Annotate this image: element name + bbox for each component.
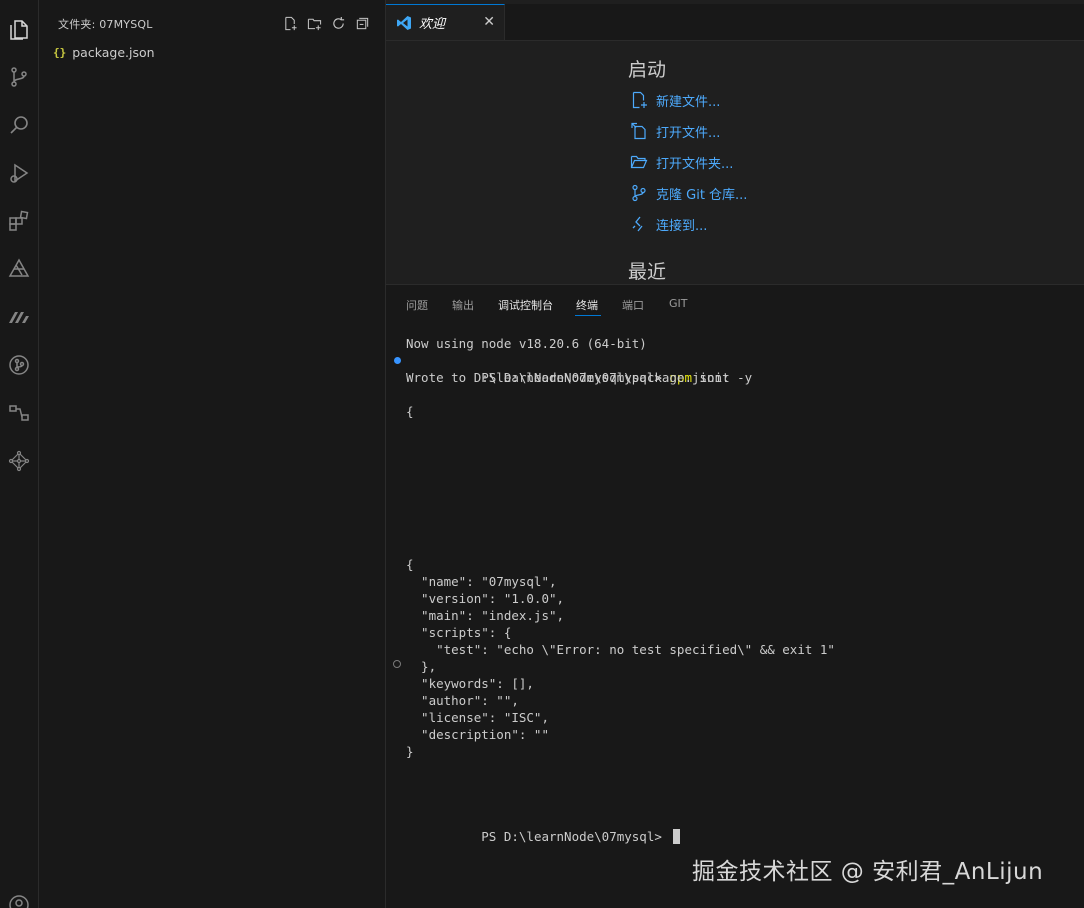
start-heading: 启动	[628, 59, 667, 81]
new-folder-icon[interactable]	[305, 14, 323, 32]
extension-a-icon[interactable]	[2, 252, 36, 286]
terminal-prompt-line: PS D:\learnNode\07mysql>	[406, 811, 681, 844]
open-folder-icon	[630, 155, 648, 169]
explorer-actions	[281, 14, 371, 32]
tab-ports[interactable]: 端口	[622, 297, 644, 313]
tab-git[interactable]: GIT	[669, 297, 688, 310]
json-line: "test": "echo \"Error: no test specified…	[406, 642, 835, 657]
panel-tabs: 问题 输出 调试控制台 终端 端口 GIT	[386, 285, 1084, 321]
editor-tabbar: 欢迎 ✕	[386, 4, 1084, 41]
clone-git-label: 克隆 Git 仓库...	[656, 187, 748, 203]
open-file-label: 打开文件...	[656, 125, 721, 141]
json-line: "license": "ISC",	[406, 710, 549, 725]
tab-output[interactable]: 输出	[452, 297, 474, 313]
new-file-icon	[632, 91, 647, 109]
extensions-icon[interactable]	[2, 204, 36, 238]
network-icon[interactable]	[2, 444, 36, 478]
new-file-link[interactable]: 新建文件...	[630, 90, 720, 110]
welcome-page: 启动 新建文件... 打开文件... 打开文件夹... 克隆 Git 仓库...…	[386, 41, 1084, 284]
watermark: 掘金技术社区 @ 安利君_AnLijun	[692, 859, 1044, 885]
tab-welcome[interactable]: 欢迎 ✕	[386, 4, 505, 40]
connect-label: 连接到...	[656, 218, 708, 234]
clone-git-link[interactable]: 克隆 Git 仓库...	[630, 183, 747, 203]
git-graph-icon[interactable]	[2, 348, 36, 382]
json-line: },	[406, 659, 437, 674]
file-name: package.json	[72, 44, 155, 60]
json-line: "version": "1.0.0",	[406, 591, 565, 606]
file-package-json[interactable]: {} package.json	[53, 42, 155, 62]
json-line: "main": "index.js",	[406, 608, 565, 623]
explorer-icon[interactable]	[2, 13, 36, 47]
json-line: "name": "07mysql",	[406, 574, 557, 589]
open-folder-label: 打开文件夹...	[656, 156, 734, 172]
command-marker-icon[interactable]	[393, 660, 401, 668]
tab-problems[interactable]: 问题	[406, 297, 428, 313]
terminal-line: Wrote to D:\learnNode\07mysql\package.js…	[406, 370, 730, 385]
accounts-icon[interactable]	[2, 888, 36, 908]
editor-area: 欢迎 ✕ 启动 新建文件... 打开文件... 打开文件夹... 克隆 Git …	[386, 0, 1084, 908]
command-success-icon[interactable]	[394, 357, 401, 364]
collapse-all-icon[interactable]	[353, 14, 371, 32]
tab-terminal[interactable]: 终端	[576, 297, 598, 313]
remote-explorer-icon[interactable]	[2, 396, 36, 430]
json-line: "scripts": {	[406, 625, 512, 640]
close-icon[interactable]: ✕	[483, 14, 495, 30]
vscode-logo-icon	[397, 15, 411, 30]
tab-label: 欢迎	[419, 17, 446, 32]
json-line: {	[406, 557, 414, 572]
explorer-header: 文件夹: 07MYSQL	[39, 0, 385, 44]
new-file-icon[interactable]	[281, 14, 299, 32]
new-file-label: 新建文件...	[656, 94, 721, 110]
run-debug-icon[interactable]	[2, 156, 36, 190]
git-clone-icon	[632, 184, 646, 202]
terminal-cursor	[673, 829, 681, 844]
open-file-icon	[631, 122, 646, 140]
explorer-sidebar: 文件夹: 07MYSQL {} package.json	[39, 0, 386, 908]
prompt: PS D:\learnNode\07mysql>	[481, 829, 670, 844]
connect-link[interactable]: 连接到...	[630, 214, 707, 234]
extension-m-icon[interactable]	[2, 300, 36, 334]
search-icon[interactable]	[2, 108, 36, 142]
refresh-icon[interactable]	[329, 14, 347, 32]
json-line: "keywords": [],	[406, 676, 534, 691]
active-tab-indicator	[575, 315, 601, 316]
recent-heading: 最近	[628, 261, 667, 283]
tab-debug-console[interactable]: 调试控制台	[498, 297, 553, 313]
json-line: "description": ""	[406, 727, 549, 742]
bottom-panel: 问题 输出 调试控制台 终端 端口 GIT Now using node v18…	[386, 284, 1084, 908]
terminal-line: Now using node v18.20.6 (64-bit)	[406, 336, 647, 351]
source-control-icon[interactable]	[2, 60, 36, 94]
terminal-command-line: PS D:\learnNode\07mysql> npm init -y	[394, 352, 752, 385]
open-folder-link[interactable]: 打开文件夹...	[630, 152, 733, 172]
json-line: "author": "",	[406, 693, 519, 708]
json-file-icon: {}	[53, 45, 67, 59]
vscode-window: 文件夹: 07MYSQL {} package.json 欢迎 ✕ 启动 新建文…	[0, 0, 1084, 908]
folder-title: 文件夹: 07MYSQL	[58, 18, 153, 31]
activity-bar	[0, 0, 39, 908]
json-line: }	[406, 744, 414, 759]
open-file-link[interactable]: 打开文件...	[630, 121, 720, 141]
remote-connect-icon	[632, 216, 643, 232]
terminal-line: {	[406, 404, 414, 419]
